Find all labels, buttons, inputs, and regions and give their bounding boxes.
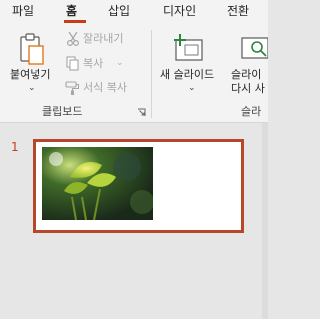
- copy-icon: [66, 56, 79, 71]
- dialog-launcher-icon[interactable]: [137, 108, 146, 117]
- paste-label: 붙여넣기: [10, 68, 51, 81]
- clipboard-group-label: 클립보드: [42, 105, 83, 118]
- tab-transitions[interactable]: 전환: [227, 3, 249, 19]
- slides-group-label: 슬라: [241, 105, 262, 118]
- new-slide-dropdown-chevron-icon[interactable]: ⌄: [188, 83, 196, 93]
- tab-file[interactable]: 파일: [12, 3, 34, 19]
- slide-photo-image: [42, 147, 153, 220]
- copy-dropdown-chevron-icon[interactable]: ⌄: [116, 58, 124, 68]
- slide-number: 1: [11, 140, 19, 154]
- clipboard-paste-icon: [20, 33, 44, 65]
- new-slide-label: 새 슬라이드: [160, 68, 215, 81]
- reuse-slides-label-line2: 다시 사: [231, 82, 265, 94]
- vertical-scrollbar[interactable]: [262, 123, 268, 319]
- format-painter-label: 서식 복사: [83, 81, 127, 94]
- paste-button[interactable]: 붙여넣기 ⌄: [6, 28, 58, 94]
- copy-label: 복사: [83, 57, 104, 70]
- new-slide-button[interactable]: 새 슬라이드 ⌄: [156, 28, 224, 94]
- scissors-icon: [66, 31, 80, 47]
- ribbon-home: 붙여넣기 ⌄ 잘라내기 복사 ⌄ 서식 복사 클립보드 새 슬라이드 ⌄ 슬라이…: [0, 24, 268, 123]
- group-divider: [151, 30, 152, 118]
- cut-label: 잘라내기: [83, 32, 124, 45]
- paste-dropdown-chevron-icon[interactable]: ⌄: [28, 83, 36, 93]
- tab-home[interactable]: 홈: [66, 3, 77, 19]
- tab-insert[interactable]: 삽입: [108, 3, 130, 19]
- cut-button[interactable]: 잘라내기: [64, 30, 144, 48]
- copy-button[interactable]: 복사 ⌄: [64, 55, 144, 73]
- reuse-slides-label-line1: 슬라이: [231, 68, 262, 81]
- format-painter-button[interactable]: 서식 복사: [64, 79, 144, 97]
- active-tab-indicator: [64, 20, 86, 23]
- new-slide-icon: [174, 34, 203, 61]
- tab-design[interactable]: 디자인: [163, 3, 196, 19]
- reuse-slides-button[interactable]: 슬라이 다시 사: [228, 28, 268, 94]
- paintbrush-icon: [65, 81, 80, 95]
- reuse-slides-icon: [241, 37, 268, 59]
- ribbon-tab-bar: 파일 홈 삽입 디자인 전환: [0, 0, 268, 24]
